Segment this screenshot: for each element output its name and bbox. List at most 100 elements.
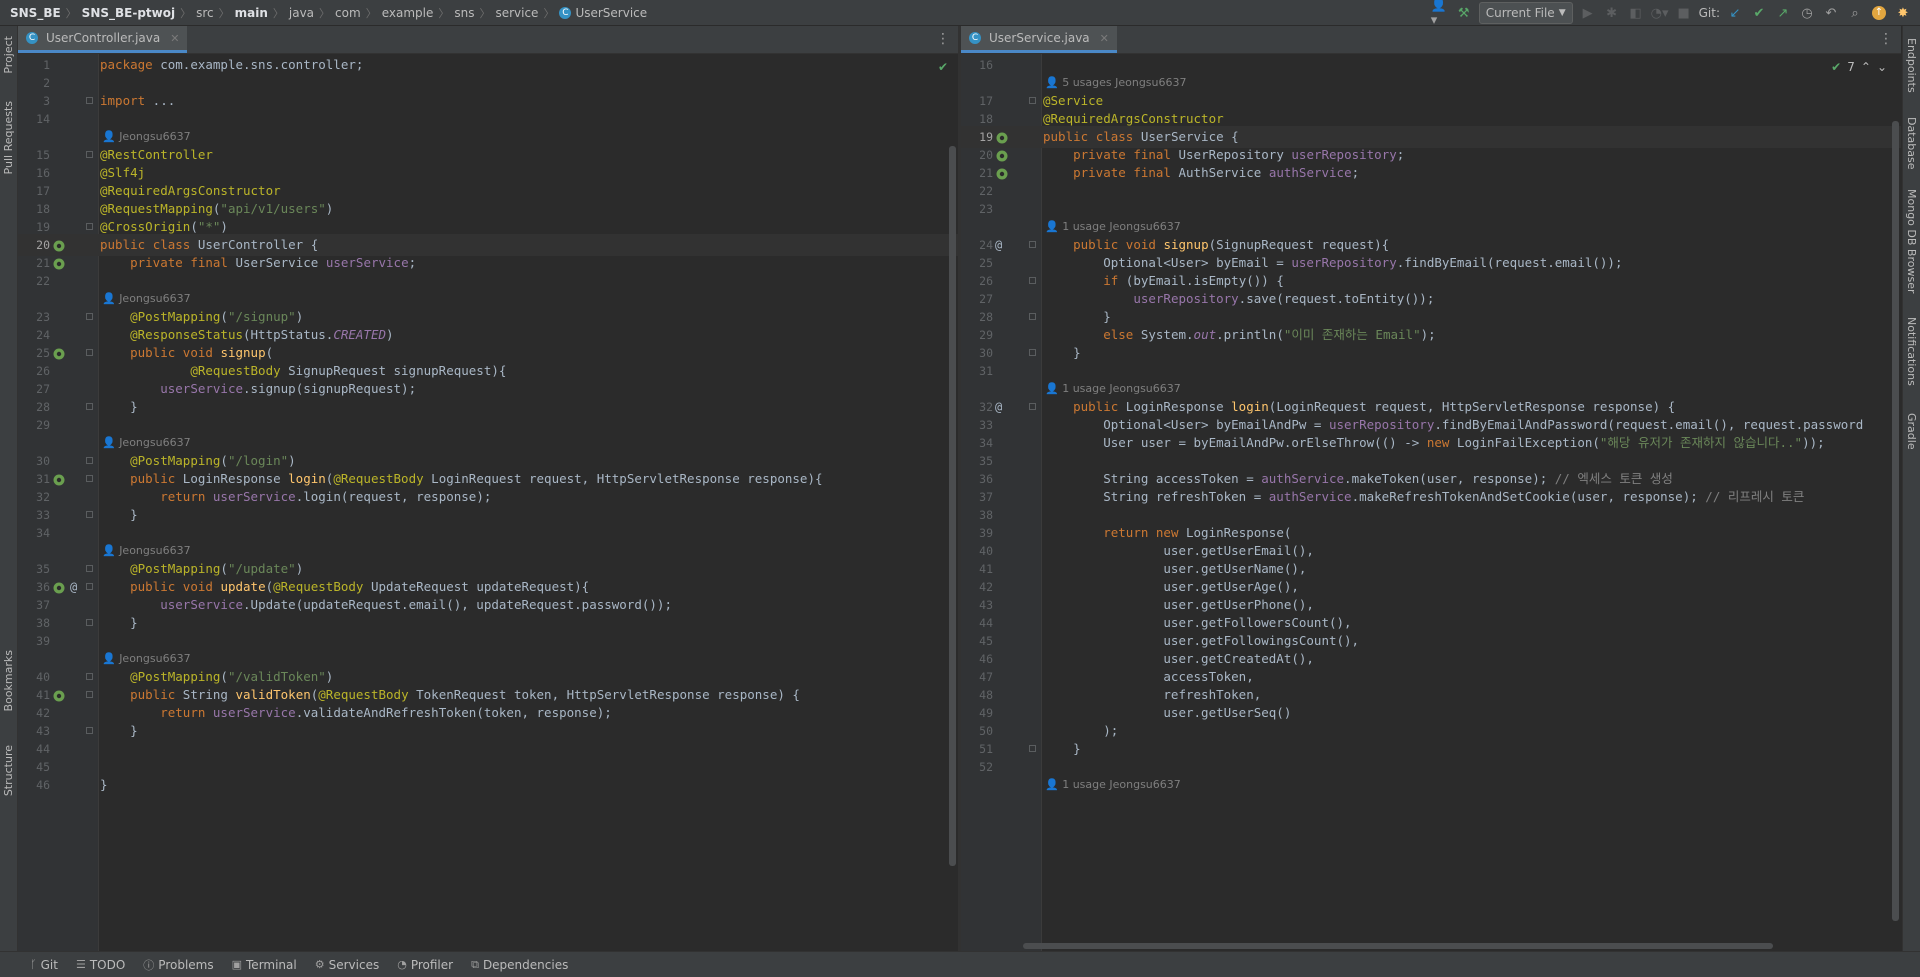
- spring-bean-icon[interactable]: [52, 688, 66, 702]
- spring-bean-icon[interactable]: [995, 148, 1009, 162]
- coverage-icon[interactable]: ◧: [1627, 4, 1645, 22]
- services-icon: ⚙: [314, 958, 325, 971]
- update-ide-icon[interactable]: ↑: [1870, 4, 1888, 22]
- fold-toggle-icon[interactable]: [86, 313, 93, 320]
- debug-icon[interactable]: ✱: [1603, 4, 1621, 22]
- code-area[interactable]: 16 👤 5 usages Jeongsu6637 17 @Service 18 @Req…: [961, 54, 1901, 951]
- check-icon: ✔: [1831, 60, 1842, 74]
- fold-toggle-icon[interactable]: [86, 403, 93, 410]
- fold-toggle-icon[interactable]: [86, 151, 93, 158]
- tool-profiler[interactable]: ◔ Profiler: [397, 958, 453, 972]
- spring-bean-icon[interactable]: [52, 472, 66, 486]
- vertical-scrollbar[interactable]: [949, 146, 956, 866]
- spring-bean-icon[interactable]: [52, 256, 66, 270]
- inspection-widget[interactable]: ✔ 7 ⌃ ⌄: [1831, 60, 1887, 74]
- fold-toggle-icon[interactable]: [1029, 313, 1036, 320]
- spring-bean-icon[interactable]: [995, 166, 1009, 180]
- tool-tab-pull-requests[interactable]: Pull Requests: [0, 88, 17, 188]
- fold-toggle-icon[interactable]: [86, 727, 93, 734]
- fold-toggle-icon[interactable]: [1029, 745, 1036, 752]
- fold-toggle-icon[interactable]: [1029, 403, 1036, 410]
- line-number: 23: [979, 202, 993, 216]
- fold-toggle-icon[interactable]: [1029, 97, 1036, 104]
- endpoint-mapping-icon[interactable]: @: [70, 580, 84, 594]
- breadcrumb-item[interactable]: java: [289, 6, 314, 20]
- stop-icon[interactable]: ■: [1675, 4, 1693, 22]
- chevron-down-icon[interactable]: ⌄: [1877, 60, 1887, 74]
- tool-todo[interactable]: ☰ TODO: [76, 958, 125, 972]
- settings-gear-icon[interactable]: ✸: [1894, 4, 1912, 22]
- vertical-scrollbar[interactable]: [1892, 121, 1899, 921]
- fold-toggle-icon[interactable]: [86, 565, 93, 572]
- fold-toggle-icon[interactable]: [86, 511, 93, 518]
- fold-toggle-icon[interactable]: [1029, 241, 1036, 248]
- search-icon[interactable]: ⌕: [1846, 4, 1864, 22]
- branch-icon: ᚴ: [30, 958, 37, 971]
- git-push-icon[interactable]: ↗: [1774, 4, 1792, 22]
- spring-bean-icon[interactable]: [995, 130, 1009, 144]
- breadcrumb-item[interactable]: com: [335, 6, 361, 20]
- tool-dependencies[interactable]: ⧉ Dependencies: [471, 958, 568, 972]
- tool-tab-database[interactable]: Database: [1903, 108, 1920, 178]
- code-vision-hint[interactable]: 👤 1 usage Jeongsu6637: [1045, 774, 1181, 796]
- breadcrumb-item[interactable]: SNS_BE: [10, 6, 61, 20]
- tool-problems[interactable]: ⓘ Problems: [143, 957, 213, 973]
- breadcrumb-item[interactable]: C UserService: [559, 6, 647, 20]
- fold-toggle-icon[interactable]: [1029, 349, 1036, 356]
- user-menu-icon[interactable]: 👤▾: [1431, 0, 1449, 28]
- fold-toggle-icon[interactable]: [86, 691, 93, 698]
- fold-toggle-icon[interactable]: [86, 97, 93, 104]
- tool-tab-project[interactable]: Project: [0, 30, 17, 80]
- fold-toggle-icon[interactable]: [86, 619, 93, 626]
- tab-user-controller[interactable]: C UserController.java ✕: [18, 26, 188, 53]
- inspection-ok-icon[interactable]: ✔: [938, 60, 948, 74]
- breadcrumb-item[interactable]: SNS_BE-ptwoj: [82, 6, 175, 20]
- fold-toggle-icon[interactable]: [86, 583, 93, 590]
- more-options-icon[interactable]: ⋮: [1879, 31, 1893, 47]
- fold-toggle-icon[interactable]: [86, 349, 93, 356]
- git-commit-icon[interactable]: ✔: [1750, 4, 1768, 22]
- chevron-right-icon: 〉: [479, 6, 491, 20]
- profile-icon[interactable]: ◔▾: [1651, 4, 1669, 22]
- endpoint-mapping-icon[interactable]: @: [995, 238, 1009, 252]
- breadcrumb-item[interactable]: sns: [454, 6, 474, 20]
- breadcrumb-item[interactable]: service: [495, 6, 538, 20]
- fold-toggle-icon[interactable]: [1029, 277, 1036, 284]
- tool-terminal[interactable]: ▣ Terminal: [232, 958, 297, 972]
- endpoint-mapping-icon[interactable]: @: [995, 400, 1009, 414]
- more-options-icon[interactable]: ⋮: [936, 31, 950, 47]
- spring-bean-icon[interactable]: [52, 238, 66, 252]
- close-icon[interactable]: ✕: [1100, 32, 1109, 45]
- tool-tab-gradle[interactable]: Gradle: [1903, 401, 1920, 461]
- history-icon[interactable]: ◷: [1798, 4, 1816, 22]
- fold-toggle-icon[interactable]: [86, 457, 93, 464]
- spring-bean-icon[interactable]: [52, 580, 66, 594]
- tool-tab-notifications[interactable]: Notifications: [1903, 306, 1920, 396]
- spring-bean-icon[interactable]: [52, 346, 66, 360]
- rollback-icon[interactable]: ↶: [1822, 4, 1840, 22]
- chevron-up-icon[interactable]: ⌃: [1861, 60, 1871, 74]
- fold-toggle-icon[interactable]: [86, 673, 93, 680]
- fold-toggle-icon[interactable]: [86, 223, 93, 230]
- tool-tab-bookmarks[interactable]: Bookmarks: [0, 641, 17, 721]
- close-icon[interactable]: ✕: [170, 32, 179, 45]
- run-configuration-select[interactable]: Current File ▼: [1478, 2, 1573, 24]
- tool-git[interactable]: ᚴ Git: [30, 958, 58, 972]
- tool-services[interactable]: ⚙ Services: [315, 958, 379, 972]
- breadcrumb-item[interactable]: src: [196, 6, 214, 20]
- tab-user-service[interactable]: C UserService.java ✕: [961, 26, 1117, 53]
- tool-tab-endpoints[interactable]: Endpoints: [1903, 30, 1920, 100]
- tool-tab-structure[interactable]: Structure: [0, 736, 17, 806]
- tool-tab-mongo-db-browser[interactable]: Mongo DB Browser: [1903, 186, 1920, 296]
- git-update-icon[interactable]: ↙: [1726, 4, 1744, 22]
- editor-tab-bar: C UserController.java ✕ ⋮: [18, 26, 958, 54]
- breadcrumb-item[interactable]: example: [382, 6, 434, 20]
- build-hammer-icon[interactable]: ⚒: [1455, 4, 1473, 22]
- code-line[interactable]: 46}: [18, 774, 958, 796]
- code-area[interactable]: 1 package com.example.sns.controller; 2 3 im…: [18, 54, 958, 951]
- breadcrumb-item[interactable]: main: [235, 6, 268, 20]
- fold-toggle-icon[interactable]: [86, 475, 93, 482]
- run-icon[interactable]: ▶: [1579, 4, 1597, 22]
- editor-right: C UserService.java ✕ ⋮ 16 👤 5 usages Jeon…: [961, 26, 1901, 951]
- horizontal-scrollbar[interactable]: [1023, 943, 1773, 949]
